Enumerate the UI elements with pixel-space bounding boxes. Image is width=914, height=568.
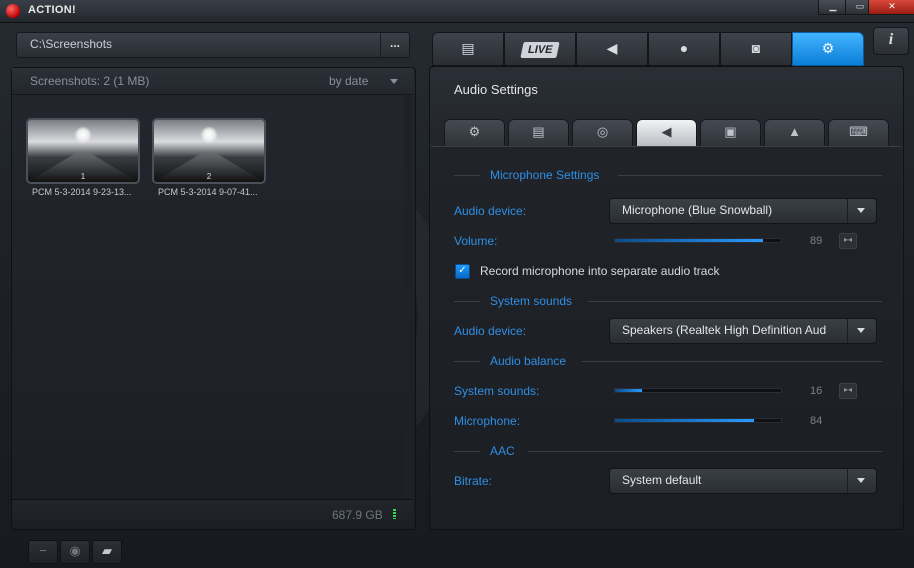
camera-icon: ◙ (751, 40, 761, 56)
volume-label: Volume: (454, 234, 498, 248)
webcam-icon: ◎ (596, 124, 609, 139)
mic-device-value: Microphone (Blue Snowball) (622, 203, 773, 217)
subtab-general[interactable]: ⚙ (444, 119, 505, 147)
thumbnail-image (200, 126, 218, 144)
sort-chevron-down-icon[interactable] (390, 79, 398, 84)
app-title: ACTION! (28, 4, 76, 16)
film-icon: ▤ (461, 40, 475, 56)
folder-icon: ▰ (102, 543, 112, 558)
microphone-balance-slider-fill (615, 419, 755, 422)
monitor-icon: ▣ (724, 124, 737, 139)
subtab-hotkeys[interactable]: ⌨ (828, 119, 889, 147)
screenshot-thumbnail-1[interactable]: 1 (26, 118, 140, 184)
subtab-audio[interactable]: ◀ (636, 119, 697, 147)
browse-path-button[interactable]: ... (380, 33, 409, 57)
section-divider (588, 301, 882, 302)
microphone-balance-value: 84 (810, 415, 823, 427)
keyboard-icon: ⌨ (849, 124, 868, 139)
screenshot-thumbnail-2[interactable]: 2 (152, 118, 266, 184)
speaker-icon: ◀ (606, 40, 618, 56)
upload-icon: ▲ (788, 124, 801, 139)
tab-live[interactable]: LIVE (504, 32, 576, 66)
thumbnail-caption: PCM 5-3-2014 9-07-41... (158, 187, 258, 197)
bitrate-label: Bitrate: (454, 474, 493, 488)
bitrate-value: System default (622, 473, 702, 487)
microphone-level-label: Microphone: (454, 414, 521, 428)
tab-benchmark[interactable]: ● (648, 32, 720, 66)
tab-video[interactable]: ▤ (432, 32, 504, 66)
system-device-value: Speakers (Realtek High Definition Aud (622, 323, 827, 337)
balance-lock-button[interactable]: ▸◂ (839, 383, 857, 399)
section-divider (454, 451, 480, 452)
subtab-display[interactable]: ▣ (700, 119, 761, 147)
mute-icon: ▸◂ (843, 235, 853, 244)
volume-slider-fill (615, 239, 763, 242)
eye-icon: ◉ (69, 543, 81, 558)
chevron-down-icon (857, 208, 865, 213)
scrollbar[interactable] (404, 95, 412, 498)
microphone-section-title: Microphone Settings (490, 168, 600, 182)
sort-dropdown[interactable]: by date (329, 74, 368, 88)
speaker-icon: ◀ (661, 124, 672, 139)
open-folder-button[interactable]: ▰ (92, 540, 122, 564)
thumbnail-image (74, 126, 92, 144)
subtab-webcam[interactable]: ◎ (572, 119, 633, 147)
live-badge: LIVE (520, 42, 560, 58)
thumbnail-number: 1 (80, 172, 86, 181)
app-logo-icon (6, 4, 20, 18)
microphone-balance-slider[interactable] (614, 418, 782, 423)
minus-icon: − (39, 543, 47, 558)
section-divider (454, 175, 480, 176)
section-divider (454, 301, 480, 302)
separate-track-checkbox[interactable]: ✓ (455, 264, 470, 279)
delete-button[interactable]: − (28, 540, 58, 564)
system-sounds-slider-fill (615, 389, 642, 392)
chevron-down-icon (857, 328, 865, 333)
tab-settings[interactable]: ⚙ (792, 32, 864, 66)
section-divider (582, 361, 882, 362)
system-sounds-level-label: System sounds: (454, 384, 540, 398)
aac-section-title: AAC (490, 444, 515, 458)
thumbnail-caption: PCM 5-3-2014 9-23-13... (32, 187, 132, 197)
system-sounds-value: 16 (810, 385, 823, 397)
thumbnail-number: 2 (206, 172, 212, 181)
chevron-down-icon (857, 478, 865, 483)
volume-slider[interactable] (614, 238, 782, 243)
settings-title: Audio Settings (454, 82, 538, 97)
screenshot-count: Screenshots: 2 (1 MB) (30, 74, 150, 88)
mute-mic-button[interactable]: ▸◂ (839, 233, 857, 249)
separate-track-label: Record microphone into separate audio tr… (480, 264, 720, 278)
minimize-button[interactable]: ▁ (818, 0, 848, 15)
section-divider (528, 451, 882, 452)
info-button[interactable]: i (873, 27, 909, 55)
tab-screenshot[interactable]: ◙ (720, 32, 792, 66)
tab-audio[interactable]: ◀ (576, 32, 648, 66)
volume-value: 89 (810, 235, 823, 247)
section-divider (618, 175, 882, 176)
gear-icon: ⚙ (821, 40, 835, 56)
path-field[interactable]: C:\Screenshots (30, 37, 112, 51)
title-bar (0, 0, 914, 23)
preview-button[interactable]: ◉ (60, 540, 90, 564)
subtab-video[interactable]: ▤ (508, 119, 569, 147)
audio-balance-section-title: Audio balance (490, 354, 567, 368)
mic-device-label: Audio device: (454, 204, 527, 218)
stopwatch-icon: ● (679, 40, 689, 56)
close-button[interactable]: ✕ (868, 0, 914, 15)
disk-free-space: 687.9 GB (332, 508, 383, 522)
checkmark-icon: ✓ (458, 265, 467, 276)
system-sounds-section-title: System sounds (490, 294, 573, 308)
system-device-label: Audio device: (454, 324, 527, 338)
section-divider (454, 361, 480, 362)
disk-status-icon (393, 509, 396, 519)
gear-icon: ⚙ (468, 124, 481, 139)
link-icon: ▸◂ (843, 385, 853, 394)
system-sounds-slider[interactable] (614, 388, 782, 393)
subtab-upload[interactable]: ▲ (764, 119, 825, 147)
film-icon: ▤ (532, 124, 545, 139)
